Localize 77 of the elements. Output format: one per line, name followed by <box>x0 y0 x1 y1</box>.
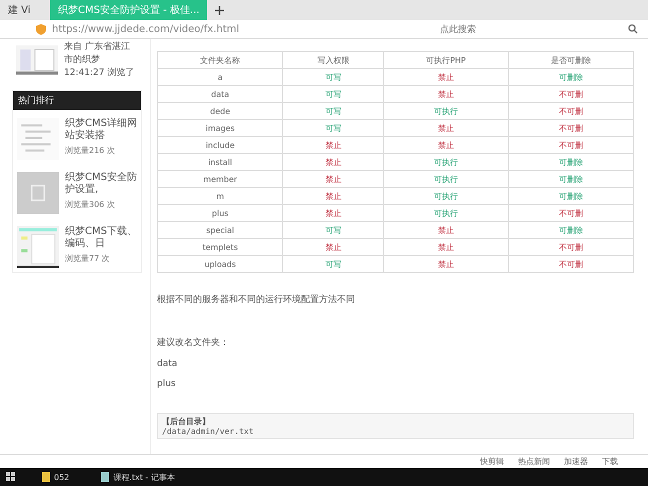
view-count: 浏览量306 次 <box>65 199 116 210</box>
article-link[interactable]: 织梦CMS安全防护设置, <box>65 172 137 196</box>
table-cell: 不可删 <box>508 136 634 154</box>
code-line: /data/admin/ver.txt <box>162 427 255 436</box>
table-cell: 可写 <box>282 256 384 272</box>
table-cell: 可执行 <box>384 170 508 188</box>
code-title: 【后台目录】 <box>162 416 211 427</box>
status-item[interactable]: 热点新闻 <box>518 456 550 467</box>
paragraph: 建议改名文件夹： <box>157 336 230 349</box>
taskbar-item[interactable]: 课程.txt - 记事本 <box>95 472 181 482</box>
visit-note: 来自 广东省湛江市的织梦 12:41:27 浏览了 <box>64 41 136 80</box>
status-item[interactable]: 下载 <box>602 456 618 467</box>
table-cell: 不可删 <box>508 204 634 222</box>
status-item[interactable]: 加速器 <box>564 456 588 467</box>
view-count: 浏览量216 次 <box>65 145 116 156</box>
table-cell: 禁止 <box>384 68 508 86</box>
table-cell: 禁止 <box>384 256 508 272</box>
table-cell: 可执行 <box>384 188 508 204</box>
view-count: 浏览量77 次 <box>65 253 111 264</box>
table-cell: 不可删 <box>508 256 634 272</box>
table-cell: 禁止 <box>384 222 508 238</box>
table-cell: m <box>158 188 283 204</box>
search-icon[interactable] <box>628 24 638 34</box>
column-header: 文件夹名称 <box>158 52 283 68</box>
table-cell: images <box>158 120 283 136</box>
section-heading: 热门排行 <box>13 91 141 110</box>
paragraph: 根据不同的服务器和不同的运行环境配置方法不同 <box>157 294 356 306</box>
table-cell: 不可删 <box>508 238 634 256</box>
table-cell: 禁止 <box>384 86 508 102</box>
shield-icon <box>36 24 46 34</box>
table-cell: a <box>158 68 283 86</box>
article-link[interactable]: 织梦CMS下载、编码、日 <box>65 226 137 250</box>
table-cell: 禁止 <box>282 136 384 154</box>
table-cell: 可写 <box>282 120 384 136</box>
url-field[interactable]: https://www.jjdede.com/video/fx.html <box>52 24 412 34</box>
table-cell: 禁止 <box>384 120 508 136</box>
table-cell: 可写 <box>282 222 384 238</box>
paragraph: plus <box>157 379 177 389</box>
table-cell: 禁止 <box>282 238 384 256</box>
column-header: 写入权限 <box>282 52 384 68</box>
new-tab-icon[interactable] <box>215 6 224 15</box>
windows-icon[interactable] <box>6 472 16 482</box>
table-cell: 可删除 <box>508 188 634 204</box>
table-cell: 禁止 <box>384 238 508 256</box>
taskbar-item[interactable]: 052 <box>36 472 76 482</box>
table-cell: 可删除 <box>508 170 634 188</box>
table-cell: 禁止 <box>282 204 384 222</box>
table-cell: include <box>158 136 283 154</box>
table-cell: 不可删 <box>508 102 634 120</box>
status-item[interactable]: 快剪辑 <box>480 456 504 467</box>
table-cell: 禁止 <box>282 154 384 170</box>
table-cell: data <box>158 86 283 102</box>
table-cell: 禁止 <box>282 170 384 188</box>
table-cell: 可写 <box>282 86 384 102</box>
table-cell: 可执行 <box>384 102 508 120</box>
table-cell: special <box>158 222 283 238</box>
table-cell: 不可删 <box>508 120 634 136</box>
table-cell: install <box>158 154 283 170</box>
table-cell: 可写 <box>282 68 384 86</box>
column-header: 是否可删除 <box>508 52 634 68</box>
table-cell: 禁止 <box>384 136 508 154</box>
table-cell: 禁止 <box>282 188 384 204</box>
article-link[interactable]: 织梦CMS详细网站安装搭 <box>65 118 137 142</box>
table-cell: plus <box>158 204 283 222</box>
table-cell: 可删除 <box>508 68 634 86</box>
table-cell: uploads <box>158 256 283 272</box>
table-cell: 可删除 <box>508 222 634 238</box>
table-cell: 可删除 <box>508 154 634 170</box>
table-cell: templets <box>158 238 283 256</box>
table-cell: 不可删 <box>508 86 634 102</box>
column-header: 可执行PHP <box>384 52 508 68</box>
table-cell: member <box>158 170 283 188</box>
table-cell: 可执行 <box>384 154 508 170</box>
table-cell: 可执行 <box>384 204 508 222</box>
table-cell: 可写 <box>282 102 384 120</box>
paragraph: data <box>157 359 178 369</box>
table-cell: dede <box>158 102 283 120</box>
